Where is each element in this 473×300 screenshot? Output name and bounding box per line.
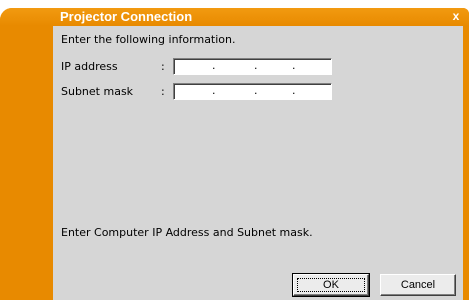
ok-focus-ring xyxy=(297,278,365,292)
ip-address-dot-2: . xyxy=(254,59,258,72)
subnet-mask-label: Subnet mask xyxy=(61,85,134,98)
ok-button[interactable]: OK xyxy=(292,273,370,297)
dialog-body: Enter the following information. IP addr… xyxy=(53,26,463,300)
dialog-title: Projector Connection xyxy=(60,9,193,24)
ip-address-dot-3: . xyxy=(292,59,296,72)
cancel-button-label: Cancel xyxy=(400,279,436,291)
close-icon[interactable]: x xyxy=(449,9,463,23)
ip-address-colon: : xyxy=(161,60,165,73)
hint-text: Enter Computer IP Address and Subnet mas… xyxy=(61,226,313,239)
title-bar[interactable]: Projector Connection x xyxy=(0,8,469,26)
subnet-mask-dot-2: . xyxy=(254,84,258,97)
instruction-text: Enter the following information. xyxy=(61,33,236,46)
ip-address-dot-1: . xyxy=(212,59,216,72)
ip-address-field[interactable]: . . . xyxy=(173,58,332,75)
ip-address-label: IP address xyxy=(61,60,118,73)
subnet-mask-dot-1: . xyxy=(212,84,216,97)
projector-connection-dialog: Projector Connection x Enter the followi… xyxy=(0,8,469,300)
subnet-mask-colon: : xyxy=(161,85,165,98)
subnet-mask-dot-3: . xyxy=(292,84,296,97)
subnet-mask-field[interactable]: . . . xyxy=(173,83,332,100)
cancel-button[interactable]: Cancel xyxy=(380,274,456,296)
